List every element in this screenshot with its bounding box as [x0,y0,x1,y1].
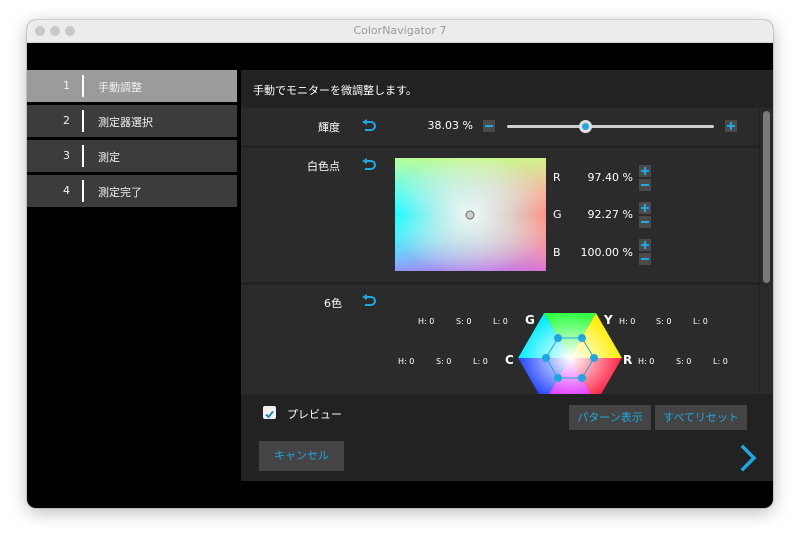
plus-button[interactable] [639,165,651,177]
preview-checkbox[interactable] [263,406,276,419]
divider [82,145,84,167]
r-lightness-value: L: 0 [713,357,728,366]
white-point-color-field[interactable] [395,158,546,271]
divider [82,110,84,132]
g-saturation-value: S: 0 [456,317,472,326]
g-hue-value: H: 0 [418,317,435,326]
minus-button[interactable] [639,179,651,191]
sidebar-item-select-device[interactable]: 2 測定器選択 [27,105,237,137]
channel-r-label: R [553,171,561,184]
divider [82,75,84,97]
scrollbar[interactable] [760,108,773,394]
sidebar-item-label: 手動調整 [98,81,142,94]
c-lightness-value: L: 0 [473,357,488,366]
cancel-button[interactable]: キャンセル [259,441,344,471]
main-panel: 手動でモニターを微調整します。 輝度 38.03 % 白色点 R 97.40 %… [241,70,773,481]
sidebar-item-measure-complete[interactable]: 4 測定完了 [27,175,237,207]
undo-icon[interactable] [361,158,377,172]
step-number: 4 [63,184,70,197]
plus-button[interactable] [725,120,737,132]
sidebar-item-measure[interactable]: 3 測定 [27,140,237,172]
sidebar-item-manual-adjust[interactable]: 1 手動調整 [27,70,237,102]
step-number: 2 [63,114,70,127]
step-number: 1 [63,79,70,92]
six-color-label: 6色 [324,297,342,310]
channel-b-value: 100.00 % [580,246,633,259]
channel-g-label: G [553,208,562,221]
sidebar-item-label: 測定完了 [98,186,142,199]
channel-g-value: 92.27 % [587,208,633,221]
c-letter: C [505,353,514,367]
title-bar: ColorNavigator 7 [27,20,773,43]
c-saturation-value: S: 0 [436,357,452,366]
y-saturation-value: S: 0 [656,317,672,326]
undo-icon[interactable] [361,294,377,308]
y-lightness-value: L: 0 [693,317,708,326]
preview-label: プレビュー [287,408,342,421]
channel-b-label: B [553,246,561,259]
checkmark-icon [265,410,274,419]
minus-button[interactable] [639,216,651,228]
divider [82,180,84,202]
minus-button[interactable] [639,253,651,265]
undo-icon[interactable] [361,119,377,133]
plus-button[interactable] [639,202,651,214]
brightness-section: 輝度 38.03 % [241,108,759,145]
window-title: ColorNavigator 7 [353,24,447,37]
c-hue-value: H: 0 [398,357,415,366]
channel-r-value: 97.40 % [587,171,633,184]
six-color-hexagon[interactable] [518,313,622,394]
next-chevron-icon[interactable] [738,444,760,472]
plus-button[interactable] [639,239,651,251]
brightness-value: 38.03 % [427,119,473,132]
white-point-label: 白色点 [307,160,340,173]
brightness-label: 輝度 [318,121,340,134]
scrollbar-thumb[interactable] [763,111,770,283]
r-saturation-value: S: 0 [676,357,692,366]
instruction-text: 手動でモニターを微調整します。 [253,84,417,97]
app-window: ColorNavigator 7 1 手動調整 2 測定器選択 3 測定 4 測… [27,20,773,508]
sidebar-item-label: 測定器選択 [98,116,153,129]
reset-all-button[interactable]: すべてリセット [655,405,747,430]
pattern-display-button[interactable]: パターン表示 [569,405,651,430]
r-letter: R [623,353,633,367]
slider-thumb[interactable] [579,120,593,133]
g-lightness-value: L: 0 [493,317,508,326]
white-point-section: 白色点 R 97.40 % G 92.27 % B 100.00 % [241,148,759,282]
r-hue-value: H: 0 [638,357,655,366]
sidebar-item-label: 測定 [98,151,120,164]
minus-button[interactable] [483,120,495,132]
brightness-slider[interactable] [507,120,714,133]
six-color-section: 6色 H: 0 S: 0 L: 0 G Y H: 0 S: 0 L: 0 H: … [241,285,759,394]
step-number: 3 [63,149,70,162]
